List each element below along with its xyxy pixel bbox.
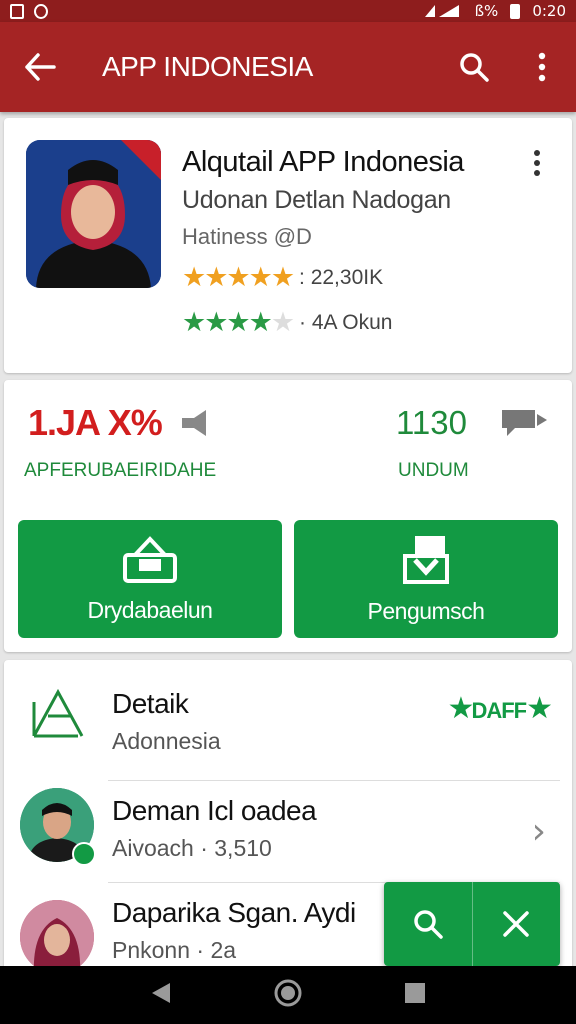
download-icon <box>403 535 449 584</box>
app-bar: APP INDONESIA <box>0 22 576 112</box>
action-button-label: Pengumsch <box>367 597 485 624</box>
close-icon <box>503 911 529 937</box>
star-rating-icon: ★★★★★ <box>182 307 295 337</box>
badge-text: DAFF <box>471 698 527 723</box>
app-bar-title: APP INDONESIA <box>102 51 313 82</box>
battery-icon <box>510 3 521 19</box>
signal-icon <box>424 5 459 17</box>
card-overflow-button[interactable] <box>522 146 552 180</box>
fab-close-button[interactable] <box>471 882 561 966</box>
verified-badge-icon <box>72 842 96 866</box>
sim-icon <box>10 3 24 19</box>
action-button-secondary[interactable]: Pengumsch <box>294 520 558 638</box>
rating-count: · 4A Okun <box>299 310 393 334</box>
chat-icon <box>499 406 549 445</box>
more-vert-icon <box>538 52 546 82</box>
overflow-menu-button[interactable] <box>508 22 576 112</box>
status-bar: ß% 0:20 <box>0 0 576 22</box>
stat-right-value: 1130 <box>396 404 467 441</box>
search-button[interactable] <box>440 22 508 112</box>
search-icon <box>414 910 443 939</box>
rating-count: : 22,30IK <box>299 265 384 289</box>
back-button[interactable] <box>0 22 80 112</box>
megaphone-icon <box>181 410 206 436</box>
stat-left-value: 1.JA X% <box>28 402 163 443</box>
action-button-label: Drydabaelun <box>87 596 213 623</box>
list-item-title: Daparika Sgan. Aydi <box>112 897 356 928</box>
more-vert-icon <box>534 150 540 176</box>
circle-home-icon <box>274 979 302 1006</box>
app-title: Alqutail APP Indonesia <box>182 146 464 178</box>
rating-row-secondary: ★★★★★ · 4A Okun <box>182 309 392 336</box>
gift-box-icon <box>123 535 177 583</box>
notification-icons <box>10 3 48 19</box>
nav-back-button[interactable] <box>150 981 172 1010</box>
battery-percent: ß% <box>474 2 499 20</box>
floating-action-bar <box>384 882 560 966</box>
app-developer[interactable]: Udonan Detlan Nadogan <box>182 186 451 215</box>
list-item-subtitle: Adonnesia <box>112 728 221 754</box>
square-recents-icon <box>404 982 425 1003</box>
list-item-title: Detaik <box>112 688 189 719</box>
back-arrow-icon <box>25 53 56 81</box>
rating-row-primary: ★★★★★ : 22,30IK <box>182 264 383 291</box>
app-info-card: Alqutail APP Indonesia Udonan Detlan Nad… <box>4 118 572 373</box>
action-button-primary[interactable]: Drydabaelun <box>18 520 282 638</box>
search-icon <box>460 53 489 82</box>
stat-right-label: UNDUM <box>398 460 469 481</box>
list-item-subtitle: Aivoach · 3,510 <box>112 835 272 861</box>
nav-home-button[interactable] <box>273 978 303 1013</box>
stat-left: 1.JA X% <box>28 402 212 444</box>
list-item-title: Deman Icl oadea <box>112 795 317 826</box>
star-rating-icon: ★★★★★ <box>182 262 295 292</box>
nav-recents-button[interactable] <box>404 982 426 1009</box>
stats-card: 1.JA X% APFERUBAEIRIDAHE 1130 UNDUM Dryd… <box>4 380 572 652</box>
chevron-right-icon: › <box>531 811 546 852</box>
avatar <box>20 900 94 974</box>
notification-icon <box>34 3 48 19</box>
fab-search-button[interactable] <box>384 882 472 966</box>
system-nav-bar <box>0 966 576 1024</box>
green-star-badge: ★DAFF★ <box>447 692 553 725</box>
app-icon <box>26 140 161 288</box>
stat-left-label: APFERUBAEIRIDAHE <box>24 460 217 481</box>
triangle-back-icon <box>152 982 171 1003</box>
list-item[interactable]: Deman Icl oadea Aivoach · 3,510 › <box>108 780 560 880</box>
list-item-subtitle: Pnkonn · 2a <box>112 937 237 963</box>
list-item[interactable]: Detaik Adonnesia ★DAFF★ <box>4 682 572 768</box>
clock: 0:20 <box>532 2 566 20</box>
app-category: Hatiness @D <box>182 224 312 249</box>
